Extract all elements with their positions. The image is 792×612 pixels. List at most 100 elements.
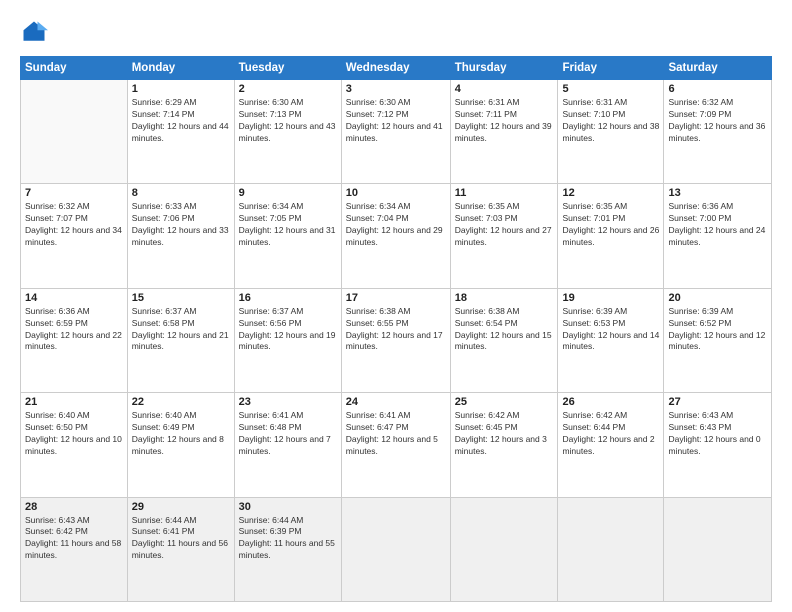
day-number: 1 [132, 83, 230, 95]
week-row-0: 1 Sunrise: 6:29 AMSunset: 7:14 PMDaylight… [21, 80, 772, 184]
day-cell: 12 Sunrise: 6:35 AMSunset: 7:01 PMDayligh… [558, 184, 664, 288]
day-number: 30 [239, 501, 337, 513]
day-info: Sunrise: 6:38 AMSunset: 6:54 PMDaylight:… [455, 306, 554, 354]
header [20, 18, 772, 46]
day-info: Sunrise: 6:29 AMSunset: 7:14 PMDaylight:… [132, 97, 230, 145]
day-number: 7 [25, 187, 123, 199]
day-number: 6 [668, 83, 767, 95]
day-info: Sunrise: 6:36 AMSunset: 6:59 PMDaylight:… [25, 306, 123, 354]
day-info: Sunrise: 6:34 AMSunset: 7:04 PMDaylight:… [346, 201, 446, 249]
day-number: 2 [239, 83, 337, 95]
week-row-3: 21 Sunrise: 6:40 AMSunset: 6:50 PMDayligh… [21, 393, 772, 497]
day-cell [664, 497, 772, 601]
day-cell: 16Sunrise: 6:37 AMSunset: 6:56 PMDayligh… [234, 288, 341, 392]
calendar-body: 1 Sunrise: 6:29 AMSunset: 7:14 PMDaylight… [21, 80, 772, 602]
day-info: Sunrise: 6:43 AMSunset: 6:42 PMDaylight:… [25, 515, 123, 563]
day-info: Sunrise: 6:39 AMSunset: 6:53 PMDaylight:… [562, 306, 659, 354]
logo [20, 18, 52, 46]
day-cell: 3Sunrise: 6:30 AMSunset: 7:12 PMDaylight… [341, 80, 450, 184]
day-cell: 27 Sunrise: 6:43 AMSunset: 6:43 PMDayligh… [664, 393, 772, 497]
day-number: 14 [25, 292, 123, 304]
day-cell: 17 Sunrise: 6:38 AMSunset: 6:55 PMDayligh… [341, 288, 450, 392]
day-number: 8 [132, 187, 230, 199]
day-info: Sunrise: 6:38 AMSunset: 6:55 PMDaylight:… [346, 306, 446, 354]
day-cell [450, 497, 558, 601]
day-info: Sunrise: 6:36 AMSunset: 7:00 PMDaylight:… [668, 201, 767, 249]
day-cell: 4 Sunrise: 6:31 AMSunset: 7:11 PMDaylight… [450, 80, 558, 184]
day-cell: 23 Sunrise: 6:41 AMSunset: 6:48 PMDayligh… [234, 393, 341, 497]
header-cell-sunday: Sunday [21, 57, 128, 80]
day-cell: 30 Sunrise: 6:44 AMSunset: 6:39 PMDayligh… [234, 497, 341, 601]
week-row-2: 14 Sunrise: 6:36 AMSunset: 6:59 PMDayligh… [21, 288, 772, 392]
day-number: 15 [132, 292, 230, 304]
day-number: 27 [668, 396, 767, 408]
day-number: 25 [455, 396, 554, 408]
day-number: 23 [239, 396, 337, 408]
day-cell [558, 497, 664, 601]
day-info: Sunrise: 6:43 AMSunset: 6:43 PMDaylight:… [668, 410, 767, 458]
day-cell: 26Sunrise: 6:42 AMSunset: 6:44 PMDayligh… [558, 393, 664, 497]
header-cell-saturday: Saturday [664, 57, 772, 80]
day-info: Sunrise: 6:34 AMSunset: 7:05 PMDaylight:… [239, 201, 337, 249]
day-info: Sunrise: 6:35 AMSunset: 7:01 PMDaylight:… [562, 201, 659, 249]
day-info: Sunrise: 6:31 AMSunset: 7:11 PMDaylight:… [455, 97, 554, 145]
day-info: Sunrise: 6:32 AMSunset: 7:09 PMDaylight:… [668, 97, 767, 145]
day-number: 20 [668, 292, 767, 304]
day-cell: 6 Sunrise: 6:32 AMSunset: 7:09 PMDaylight… [664, 80, 772, 184]
header-cell-thursday: Thursday [450, 57, 558, 80]
header-cell-friday: Friday [558, 57, 664, 80]
day-number: 26 [562, 396, 659, 408]
day-cell: 5 Sunrise: 6:31 AMSunset: 7:10 PMDaylight… [558, 80, 664, 184]
day-number: 21 [25, 396, 123, 408]
day-info: Sunrise: 6:41 AMSunset: 6:47 PMDaylight:… [346, 410, 446, 458]
day-number: 5 [562, 83, 659, 95]
day-info: Sunrise: 6:41 AMSunset: 6:48 PMDaylight:… [239, 410, 337, 458]
day-cell: 7 Sunrise: 6:32 AMSunset: 7:07 PMDaylight… [21, 184, 128, 288]
day-number: 18 [455, 292, 554, 304]
day-cell: 19 Sunrise: 6:39 AMSunset: 6:53 PMDayligh… [558, 288, 664, 392]
day-number: 9 [239, 187, 337, 199]
day-cell: 29Sunrise: 6:44 AMSunset: 6:41 PMDayligh… [127, 497, 234, 601]
day-cell: 13Sunrise: 6:36 AMSunset: 7:00 PMDayligh… [664, 184, 772, 288]
day-number: 17 [346, 292, 446, 304]
day-cell: 1 Sunrise: 6:29 AMSunset: 7:14 PMDaylight… [127, 80, 234, 184]
day-info: Sunrise: 6:44 AMSunset: 6:39 PMDaylight:… [239, 515, 337, 563]
day-cell [21, 80, 128, 184]
week-row-4: 28 Sunrise: 6:43 AMSunset: 6:42 PMDayligh… [21, 497, 772, 601]
day-cell: 28 Sunrise: 6:43 AMSunset: 6:42 PMDayligh… [21, 497, 128, 601]
day-info: Sunrise: 6:30 AMSunset: 7:13 PMDaylight:… [239, 97, 337, 145]
week-row-1: 7 Sunrise: 6:32 AMSunset: 7:07 PMDaylight… [21, 184, 772, 288]
day-info: Sunrise: 6:39 AMSunset: 6:52 PMDaylight:… [668, 306, 767, 354]
day-info: Sunrise: 6:35 AMSunset: 7:03 PMDaylight:… [455, 201, 554, 249]
day-info: Sunrise: 6:31 AMSunset: 7:10 PMDaylight:… [562, 97, 659, 145]
day-cell: 24 Sunrise: 6:41 AMSunset: 6:47 PMDayligh… [341, 393, 450, 497]
day-number: 24 [346, 396, 446, 408]
page: SundayMondayTuesdayWednesdayThursdayFrid… [0, 0, 792, 612]
day-info: Sunrise: 6:33 AMSunset: 7:06 PMDaylight:… [132, 201, 230, 249]
calendar-header: SundayMondayTuesdayWednesdayThursdayFrid… [21, 57, 772, 80]
day-number: 28 [25, 501, 123, 513]
day-info: Sunrise: 6:40 AMSunset: 6:50 PMDaylight:… [25, 410, 123, 458]
logo-icon [20, 18, 48, 46]
day-cell [341, 497, 450, 601]
day-info: Sunrise: 6:30 AMSunset: 7:12 PMDaylight:… [346, 97, 446, 145]
day-info: Sunrise: 6:44 AMSunset: 6:41 PMDaylight:… [132, 515, 230, 563]
day-number: 19 [562, 292, 659, 304]
day-info: Sunrise: 6:37 AMSunset: 6:58 PMDaylight:… [132, 306, 230, 354]
header-row: SundayMondayTuesdayWednesdayThursdayFrid… [21, 57, 772, 80]
day-cell: 9 Sunrise: 6:34 AMSunset: 7:05 PMDaylight… [234, 184, 341, 288]
day-cell: 21 Sunrise: 6:40 AMSunset: 6:50 PMDayligh… [21, 393, 128, 497]
day-number: 11 [455, 187, 554, 199]
day-number: 12 [562, 187, 659, 199]
calendar-table: SundayMondayTuesdayWednesdayThursdayFrid… [20, 56, 772, 602]
day-number: 10 [346, 187, 446, 199]
day-info: Sunrise: 6:32 AMSunset: 7:07 PMDaylight:… [25, 201, 123, 249]
day-cell: 15 Sunrise: 6:37 AMSunset: 6:58 PMDayligh… [127, 288, 234, 392]
day-number: 4 [455, 83, 554, 95]
day-info: Sunrise: 6:40 AMSunset: 6:49 PMDaylight:… [132, 410, 230, 458]
day-cell: 2 Sunrise: 6:30 AMSunset: 7:13 PMDaylight… [234, 80, 341, 184]
day-cell: 8 Sunrise: 6:33 AMSunset: 7:06 PMDaylight… [127, 184, 234, 288]
header-cell-wednesday: Wednesday [341, 57, 450, 80]
day-cell: 20 Sunrise: 6:39 AMSunset: 6:52 PMDayligh… [664, 288, 772, 392]
day-cell: 10 Sunrise: 6:34 AMSunset: 7:04 PMDayligh… [341, 184, 450, 288]
